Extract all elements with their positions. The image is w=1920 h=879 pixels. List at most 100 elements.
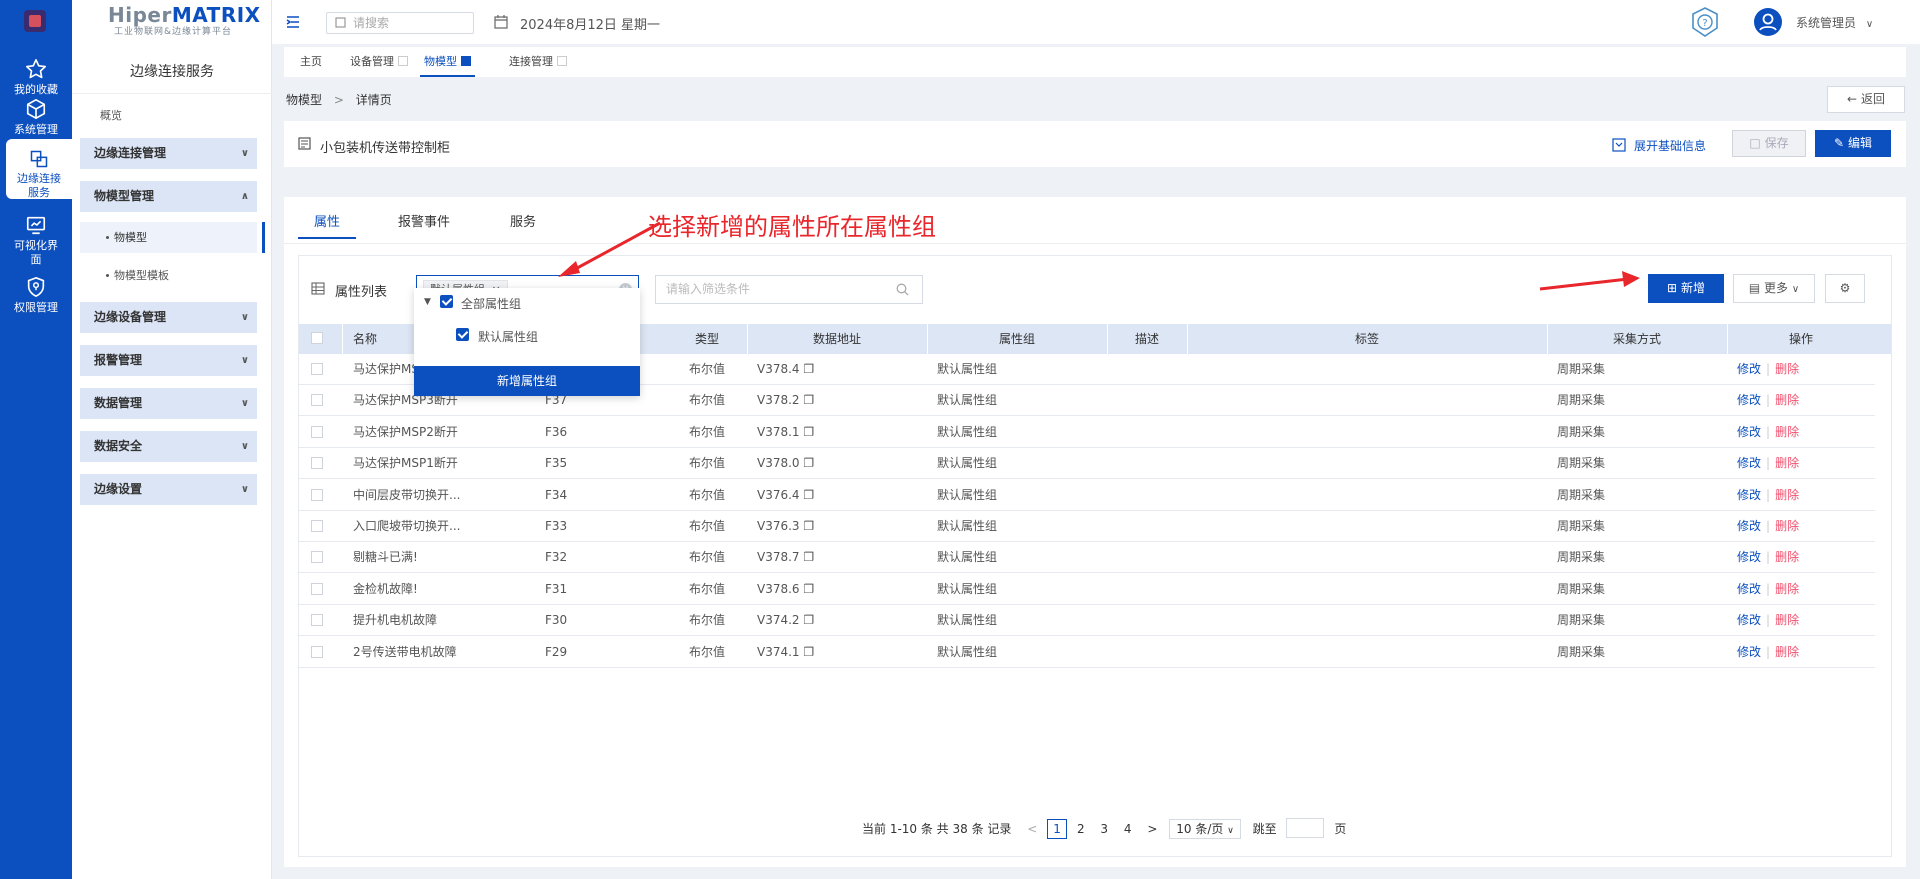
search-icon	[896, 283, 909, 296]
row-checkbox[interactable]	[311, 614, 323, 627]
page-4[interactable]: 4	[1124, 822, 1132, 836]
rail-item-system[interactable]: 系统管理	[0, 98, 72, 137]
copy-icon[interactable]: ❐	[803, 550, 814, 564]
row-checkbox[interactable]	[311, 363, 323, 375]
delete-row-link[interactable]: 删除	[1775, 488, 1799, 502]
cell-actions: 修改 | 删除	[1737, 644, 1800, 659]
copy-icon[interactable]: ❐	[803, 425, 814, 439]
tab-connection[interactable]: 连接管理	[509, 47, 567, 77]
save-button[interactable]: □ 保存	[1732, 130, 1806, 157]
edit-row-link[interactable]: 修改	[1737, 393, 1761, 407]
row-checkbox[interactable]	[311, 457, 323, 470]
expand-basic-info[interactable]: 展开基础信息	[1634, 137, 1706, 154]
copy-icon[interactable]: ❐	[803, 456, 814, 470]
option-default-group[interactable]: 默认属性组	[478, 328, 538, 345]
tab-model[interactable]: 物模型	[420, 47, 475, 77]
svg-text:?: ?	[1702, 18, 1707, 29]
edit-row-link[interactable]: 修改	[1737, 488, 1761, 502]
breadcrumb: 物模型 > 详情页	[286, 93, 392, 107]
copy-icon[interactable]: ❐	[803, 613, 814, 627]
page-size-select[interactable]: 10 条/页 ∨	[1169, 819, 1241, 839]
rail-item-favorites[interactable]: 我的收藏	[0, 58, 72, 97]
option-all-groups[interactable]: 全部属性组	[461, 295, 521, 312]
checkbox-all-groups[interactable]	[440, 295, 453, 308]
row-checkbox[interactable]	[311, 488, 323, 501]
cell-id: F33	[545, 519, 568, 533]
tab-services[interactable]: 服务	[510, 211, 536, 230]
add-group-button[interactable]: 新增属性组	[414, 366, 640, 396]
sidebar-group-alarm[interactable]: 报警管理 ∨	[80, 345, 257, 376]
edit-row-link[interactable]: 修改	[1737, 456, 1761, 470]
edit-row-link[interactable]: 修改	[1737, 362, 1761, 376]
delete-row-link[interactable]: 删除	[1775, 645, 1799, 659]
delete-row-link[interactable]: 删除	[1775, 425, 1799, 439]
edit-row-link[interactable]: 修改	[1737, 613, 1761, 627]
edit-button[interactable]: ✎ 编辑	[1815, 130, 1891, 157]
delete-row-link[interactable]: 删除	[1775, 613, 1799, 627]
help-icon[interactable]: ?	[1690, 6, 1720, 38]
sidebar-group-data[interactable]: 数据管理 ∨	[80, 388, 257, 419]
delete-row-link[interactable]: 删除	[1775, 456, 1799, 470]
page-3[interactable]: 3	[1100, 822, 1108, 836]
tab-properties[interactable]: 属性	[314, 211, 340, 230]
page-1[interactable]: 1	[1047, 819, 1068, 839]
arrow-annotation-icon	[558, 221, 661, 277]
sidebar-group-settings[interactable]: 边缘设置 ∨	[80, 474, 257, 505]
cell-name: 入口爬坡带切换开...	[353, 519, 461, 533]
sidebar-item-model[interactable]: 物模型	[80, 222, 265, 253]
row-checkbox[interactable]	[311, 551, 323, 564]
row-checkbox[interactable]	[311, 394, 323, 407]
row-checkbox[interactable]	[311, 645, 323, 658]
edit-row-link[interactable]: 修改	[1737, 425, 1761, 439]
copy-icon[interactable]: ❐	[803, 582, 814, 596]
checkbox-default-group[interactable]	[456, 328, 469, 341]
copy-icon[interactable]: ❐	[803, 362, 814, 376]
tab-alarm-events[interactable]: 报警事件	[398, 211, 450, 230]
chevron-down-icon: ∨	[240, 148, 249, 159]
row-checkbox[interactable]	[311, 582, 323, 595]
back-button[interactable]: ← 返回	[1827, 86, 1905, 113]
caret-down-icon[interactable]: ▼	[424, 297, 431, 307]
rail-item-permission[interactable]: 权限管理	[0, 276, 72, 315]
filter-input[interactable]: 请输入筛选条件	[655, 275, 923, 304]
edit-row-link[interactable]: 修改	[1737, 519, 1761, 533]
delete-row-link[interactable]: 删除	[1775, 550, 1799, 564]
row-checkbox[interactable]	[311, 520, 323, 532]
copy-icon[interactable]: ❐	[803, 393, 814, 407]
delete-row-link[interactable]: 删除	[1775, 393, 1799, 407]
jump-input[interactable]	[1286, 818, 1325, 838]
next-page-icon[interactable]: >	[1147, 822, 1157, 836]
copy-icon[interactable]: ❐	[803, 488, 814, 502]
sidebar-item-model-template[interactable]: 物模型模板	[80, 260, 257, 291]
sidebar-item-overview[interactable]: 概览	[100, 107, 122, 123]
delete-row-link[interactable]: 删除	[1775, 362, 1799, 376]
menu-collapse-icon[interactable]	[286, 15, 300, 29]
row-checkbox[interactable]	[311, 425, 323, 438]
tab-home[interactable]: 主页	[300, 47, 322, 77]
tab-device[interactable]: 设备管理	[350, 47, 408, 77]
prev-page-icon[interactable]: <	[1027, 822, 1037, 836]
avatar[interactable]	[1754, 8, 1782, 36]
edit-row-link[interactable]: 修改	[1737, 645, 1761, 659]
copy-icon[interactable]: ❐	[803, 519, 814, 533]
rail-item-edge[interactable]: 边缘连接服务	[6, 139, 72, 199]
rail-item-visual[interactable]: 可视化界面	[0, 214, 72, 267]
edit-row-link[interactable]: 修改	[1737, 550, 1761, 564]
delete-row-link[interactable]: 删除	[1775, 519, 1799, 533]
sidebar-group-security[interactable]: 数据安全 ∨	[80, 431, 257, 462]
add-button[interactable]: ⊞ 新增	[1648, 274, 1724, 303]
user-name[interactable]: 系统管理员 ∨	[1796, 14, 1873, 31]
breadcrumb-root[interactable]: 物模型	[286, 93, 322, 107]
sidebar-group-model[interactable]: 物模型管理 ∧	[80, 181, 257, 212]
page-2[interactable]: 2	[1077, 822, 1085, 836]
sidebar-group-edge-connect[interactable]: 边缘连接管理 ∨	[80, 138, 257, 169]
delete-row-link[interactable]: 删除	[1775, 582, 1799, 596]
select-all-checkbox[interactable]	[311, 332, 323, 344]
settings-button[interactable]: ⚙	[1825, 274, 1865, 303]
copy-icon[interactable]: ❐	[803, 645, 814, 659]
edit-row-link[interactable]: 修改	[1737, 582, 1761, 596]
cell-actions: 修改 | 删除	[1737, 362, 1800, 376]
search-input[interactable]: 请搜索	[326, 12, 474, 34]
more-button[interactable]: ▤ 更多 ∨	[1733, 274, 1815, 303]
sidebar-group-device[interactable]: 边缘设备管理 ∨	[80, 302, 257, 333]
